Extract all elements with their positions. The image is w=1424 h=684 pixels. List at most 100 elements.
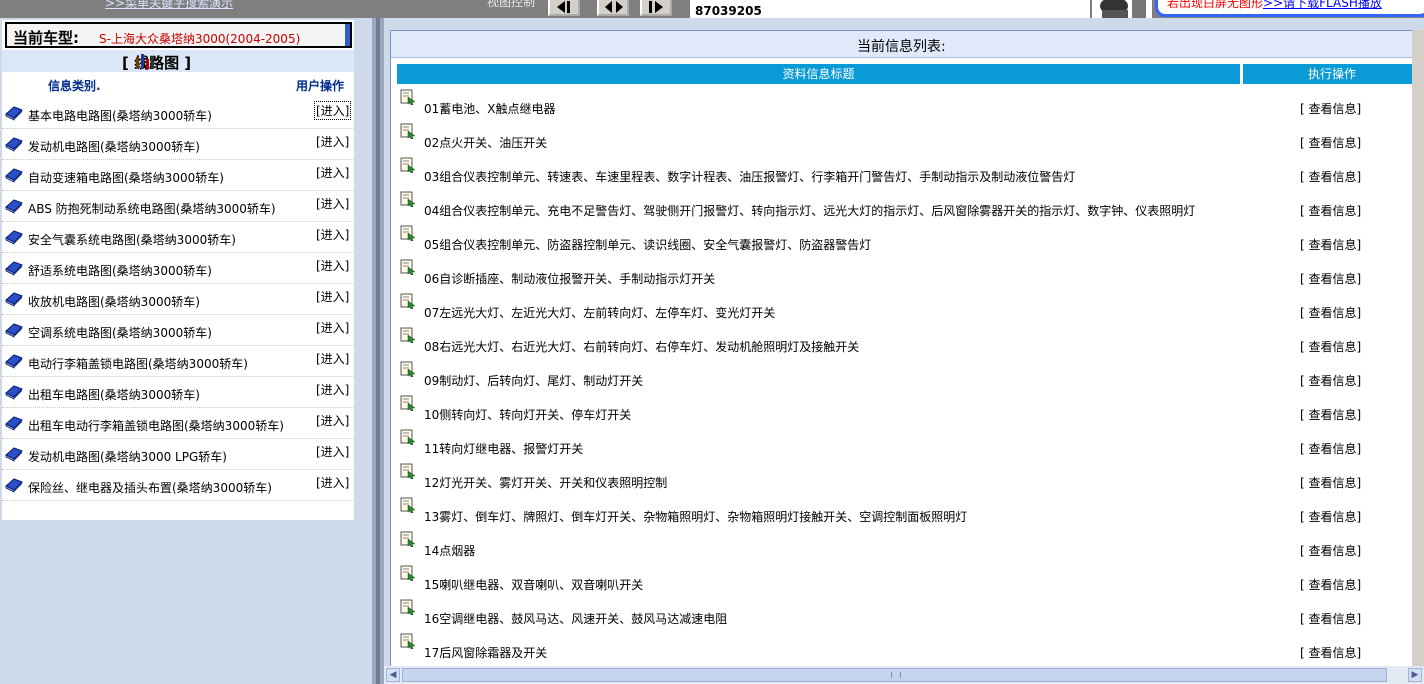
category-item[interactable]: 空调系统电路图(桑塔纳3000轿车) [进入] (2, 314, 354, 346)
enter-button[interactable]: [进入] (315, 319, 350, 336)
col-header-action: 执行操作 (1243, 64, 1421, 84)
phone-number: 87039205 (695, 4, 762, 18)
table-row: 13雾灯、倒车灯、牌照灯、倒车灯开关、杂物箱照明灯、杂物箱照明灯接触开关、空调控… (391, 497, 1423, 531)
view-info-button[interactable]: [ 查看信息] (1300, 372, 1361, 389)
view-info-button[interactable]: [ 查看信息] (1300, 474, 1361, 491)
view-info-button[interactable]: [ 查看信息] (1300, 304, 1361, 321)
category-item[interactable]: 保险丝、继电器及插头布置(桑塔纳3000轿车) [进入] (2, 469, 354, 501)
list-title: 当前信息列表: (857, 39, 946, 55)
category-item-label[interactable]: 发动机电路图(桑塔纳3000轿车) (28, 138, 200, 155)
enter-button[interactable]: [进入] (315, 195, 350, 212)
row-title: 14点烟器 (424, 544, 476, 558)
enter-button[interactable]: [进入] (315, 443, 350, 460)
category-item-label[interactable]: 电动行李箱盖锁电路图(桑塔纳3000轿车) (28, 355, 248, 372)
category-item-label[interactable]: 安全气囊系统电路图(桑塔纳3000轿车) (28, 231, 236, 248)
enter-button[interactable]: [进入] (315, 133, 350, 150)
view-info-button[interactable]: [ 查看信息] (1300, 644, 1361, 661)
list-title-bar: 当前信息列表: (391, 31, 1423, 58)
enter-button[interactable]: [进入] (315, 350, 350, 367)
document-icon (400, 429, 416, 445)
category-panel: 当前车型: S-上海大众桑塔纳3000(2004-2005) [ 线路图 ] 信… (2, 20, 354, 520)
table-row: 16空调继电器、鼓风马达、风速开关、鼓风马达减速电阻 [ 查看信息] (391, 599, 1423, 633)
category-item[interactable]: 自动变速箱电路图(桑塔纳3000轿车) [进入] (2, 159, 354, 191)
category-item-label[interactable]: 出租车电动行李箱盖锁电路图(桑塔纳3000轿车) (28, 417, 284, 434)
document-icon (400, 361, 416, 377)
document-icon (400, 599, 416, 615)
scroll-thumb[interactable] (402, 668, 1387, 682)
enter-button[interactable]: [进入] (315, 257, 350, 274)
vertical-scrollbar[interactable] (1412, 30, 1424, 666)
category-item[interactable]: ABS 防抱死制动系统电路图(桑塔纳3000轿车) [进入] (2, 190, 354, 222)
enter-button[interactable]: [进入] (315, 226, 350, 243)
category-item[interactable]: 电动行李箱盖锁电路图(桑塔纳3000轿车) [进入] (2, 345, 354, 377)
view-info-button[interactable]: [ 查看信息] (1300, 440, 1361, 457)
category-item-label[interactable]: 舒适系统电路图(桑塔纳3000轿车) (28, 262, 212, 279)
document-icon (400, 259, 416, 275)
category-item[interactable]: 舒适系统电路图(桑塔纳3000轿车) [进入] (2, 252, 354, 284)
category-item-label[interactable]: ABS 防抱死制动系统电路图(桑塔纳3000轿车) (28, 200, 276, 217)
left-sidebar: 当前车型: S-上海大众桑塔纳3000(2004-2005) [ 线路图 ] 信… (0, 18, 372, 684)
table-row: 12灯光开关、雾灯开关、开关和仪表照明控制 [ 查看信息] (391, 463, 1423, 497)
category-item[interactable]: 发动机电路图(桑塔纳3000轿车) [进入] (2, 128, 354, 160)
view-info-button[interactable]: [ 查看信息] (1300, 576, 1361, 593)
category-item[interactable]: 发动机电路图(桑塔纳3000 LPG轿车) [进入] (2, 438, 354, 470)
row-title: 16空调继电器、鼓风马达、风速开关、鼓风马达减速电阻 (424, 612, 728, 626)
book-icon (5, 199, 23, 214)
document-icon (400, 157, 416, 173)
view-info-button[interactable]: [ 查看信息] (1300, 542, 1361, 559)
document-icon (400, 497, 416, 513)
category-item-label[interactable]: 空调系统电路图(桑塔纳3000轿车) (28, 324, 212, 341)
category-item-label[interactable]: 收放机电路图(桑塔纳3000轿车) (28, 293, 200, 310)
thumb-grip (891, 672, 901, 678)
enter-button[interactable]: [进入] (315, 288, 350, 305)
category-item[interactable]: 收放机电路图(桑塔纳3000轿车) [进入] (2, 283, 354, 315)
row-title: 08右远光大灯、右近光大灯、右前转向灯、右停车灯、发动机舱照明灯及接触开关 (424, 340, 860, 354)
horizontal-scrollbar[interactable]: ◀ ▶ (384, 666, 1424, 684)
category-item-label[interactable]: 自动变速箱电路图(桑塔纳3000轿车) (28, 169, 224, 186)
view-prev-button[interactable] (548, 0, 580, 16)
scroll-left-icon[interactable]: ◀ (386, 668, 400, 682)
category-item[interactable]: 出租车电路图(桑塔纳3000轿车) [进入] (2, 376, 354, 408)
enter-button[interactable]: [进入] (313, 101, 352, 120)
document-icon (400, 463, 416, 479)
view-info-button[interactable]: [ 查看信息] (1300, 202, 1361, 219)
book-icon (5, 292, 23, 307)
enter-button[interactable]: [进入] (315, 381, 350, 398)
view-fit-button[interactable] (597, 0, 629, 16)
view-next-button[interactable] (640, 0, 672, 16)
document-icon (400, 293, 416, 309)
table-row: 11转向灯继电器、报警灯开关 [ 查看信息] (391, 429, 1423, 463)
view-info-button[interactable]: [ 查看信息] (1300, 100, 1361, 117)
view-info-button[interactable]: [ 查看信息] (1300, 236, 1361, 253)
view-info-button[interactable]: [ 查看信息] (1300, 610, 1361, 627)
category-item[interactable]: 基本电路电路图(桑塔纳3000轿车) [进入] (2, 97, 354, 129)
flash-notice-text: 若出现白屏无图形>>请下载FLASH播放 (1167, 0, 1382, 11)
category-item-label[interactable]: 出租车电路图(桑塔纳3000轿车) (28, 386, 200, 403)
view-info-button[interactable]: [ 查看信息] (1300, 406, 1361, 423)
category-item-label[interactable]: 基本电路电路图(桑塔纳3000轿车) (28, 107, 212, 124)
document-icon (400, 225, 416, 241)
category-item[interactable]: 出租车电动行李箱盖锁电路图(桑塔纳3000轿车) [进入] (2, 407, 354, 439)
view-info-button[interactable]: [ 查看信息] (1300, 270, 1361, 287)
view-info-button[interactable]: [ 查看信息] (1300, 168, 1361, 185)
row-title: 01蓄电池、X触点继电器 (424, 102, 556, 116)
view-info-button[interactable]: [ 查看信息] (1300, 338, 1361, 355)
scroll-right-icon[interactable]: ▶ (1408, 668, 1422, 682)
book-icon (5, 416, 23, 431)
category-item-label[interactable]: 保险丝、继电器及插头布置(桑塔纳3000轿车) (28, 479, 272, 496)
category-item[interactable]: 安全气囊系统电路图(桑塔纳3000轿车) [进入] (2, 221, 354, 253)
view-info-button[interactable]: [ 查看信息] (1300, 508, 1361, 525)
enter-button[interactable]: [进入] (315, 474, 350, 491)
arrow-left-icon (557, 1, 570, 13)
category-item-label[interactable]: 发动机电路图(桑塔纳3000 LPG轿车) (28, 448, 227, 465)
content-area: 当前信息列表: 资料信息标题 执行操作 01蓄电池、X触点继电器[ 查看信息] 0… (384, 18, 1424, 684)
book-icon (5, 261, 23, 276)
book-icon (5, 168, 23, 183)
view-info-button[interactable]: [ 查看信息] (1300, 134, 1361, 151)
enter-button[interactable]: [进入] (315, 164, 350, 181)
enter-button[interactable]: [进入] (315, 412, 350, 429)
row-title: 03组合仪表控制单元、转速表、车速里程表、数字计程表、油压报警灯、行李箱开门警告… (424, 170, 1076, 184)
row-title: 06自诊断插座、制动液位报警开关、手制动指示灯开关 (424, 272, 716, 286)
menu-keyword-search-link[interactable]: >>菜单关键字搜索演示 (105, 0, 233, 11)
download-flash-link[interactable]: >>请下载FLASH播放 (1263, 0, 1382, 10)
